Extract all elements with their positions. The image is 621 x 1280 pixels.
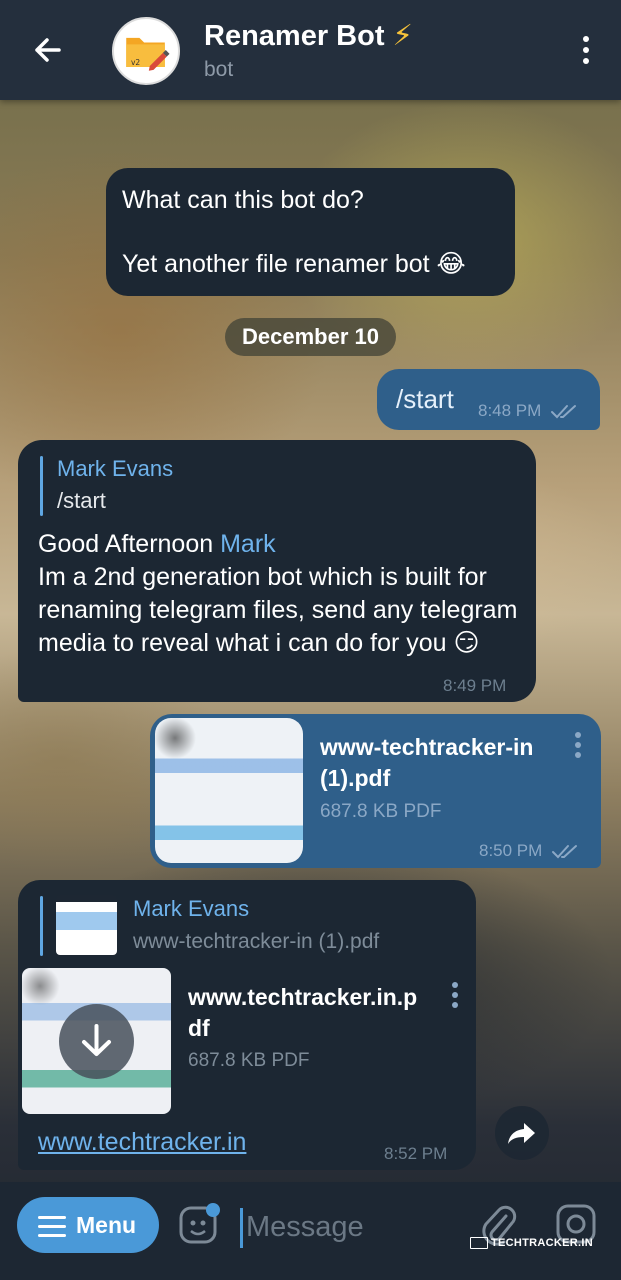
bot-description-title: What can this bot do? <box>122 186 364 214</box>
bot-avatar[interactable]: v2 <box>112 17 180 85</box>
message-time: 8:52 PM <box>384 1144 448 1163</box>
file-name: www-techtracker-in (1).pdf <box>320 734 534 791</box>
mention-link[interactable]: Mark <box>220 530 276 558</box>
download-arrow-icon <box>82 1024 111 1056</box>
bot-description: What can this bot do? Yet another file r… <box>106 168 515 296</box>
message-time: 8:49 PM <box>443 676 507 695</box>
hamburger-icon <box>38 1216 66 1243</box>
avatar-badge-text: v2 <box>131 58 140 67</box>
back-arrow-icon[interactable] <box>28 30 68 70</box>
sticker-icon[interactable] <box>177 1202 221 1246</box>
chat-title[interactable]: Renamer Bot ⚡ <box>204 18 413 54</box>
file-size: 687.8 KB PDF <box>320 801 442 822</box>
website-link[interactable]: www.techtracker.in <box>38 1128 246 1157</box>
reply-quote-text[interactable]: /start <box>57 488 106 514</box>
download-button[interactable] <box>59 1004 134 1079</box>
text-caret <box>240 1208 243 1248</box>
folder-pencil-icon: v2 <box>126 37 170 71</box>
reply-quote-author[interactable]: Mark Evans <box>133 896 249 922</box>
outgoing-message[interactable]: /start 8:48 PM <box>377 369 600 430</box>
forward-button[interactable] <box>495 1106 549 1160</box>
lightning-icon: ⚡ <box>392 20 413 52</box>
file-name: www.techtracker.in.p df <box>188 984 418 1041</box>
chat-subtitle: bot <box>204 58 234 81</box>
monitor-icon <box>470 1237 488 1250</box>
message-time: 8:48 PM <box>478 401 542 420</box>
reply-quote-thumbnail <box>56 895 117 955</box>
message-text: Good Afternoon Mark Im a 2nd generation b… <box>38 530 518 657</box>
file-menu-icon[interactable] <box>451 982 459 1012</box>
reply-quote-text[interactable]: www-techtracker-in (1).pdf <box>133 930 379 954</box>
double-check-icon <box>551 404 577 418</box>
reply-quote-author[interactable]: Mark Evans <box>57 456 173 482</box>
file-size: 687.8 KB PDF <box>188 1050 310 1071</box>
double-check-icon <box>552 844 578 858</box>
file-thumbnail[interactable] <box>155 718 303 863</box>
message-time: 8:50 PM <box>479 841 543 860</box>
message-meta: 8:48 PM <box>478 401 580 421</box>
date-separator: December 10 <box>225 318 396 356</box>
chat-header: v2 Renamer Bot ⚡ bot <box>0 0 621 100</box>
message-input[interactable] <box>244 1206 458 1248</box>
menu-button[interactable]: Menu <box>17 1197 159 1253</box>
reply-quote-bar <box>40 456 43 516</box>
forward-arrow-icon <box>508 1123 535 1144</box>
message-composer: Menu <box>0 1182 621 1280</box>
reply-quote-bar <box>40 896 43 956</box>
more-options-icon[interactable] <box>581 36 591 68</box>
bot-description-text: Yet another file renamer bot 😂 <box>122 250 466 278</box>
message-meta: 8:50 PM <box>479 841 581 861</box>
message-text: /start <box>396 384 454 414</box>
watermark: TECHTRACKER.IN <box>470 1237 593 1250</box>
file-menu-icon[interactable] <box>574 732 582 762</box>
